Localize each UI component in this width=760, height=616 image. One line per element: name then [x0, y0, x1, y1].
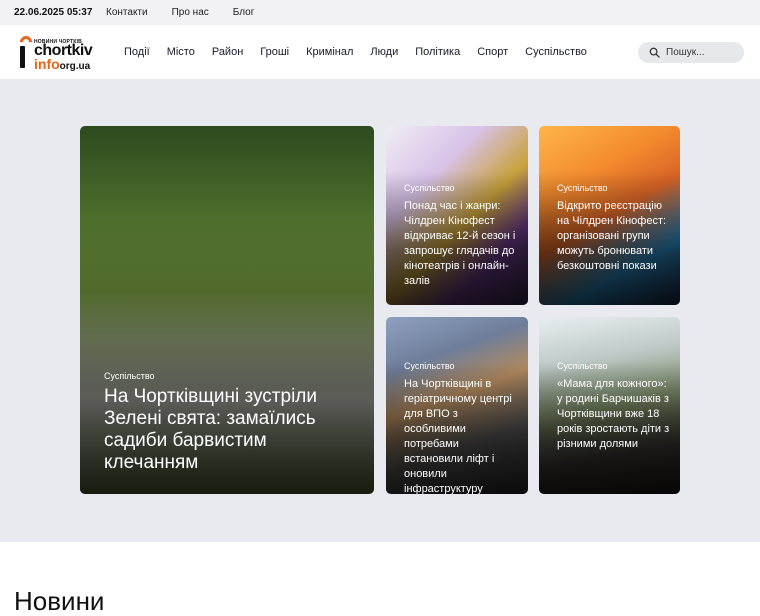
card-title[interactable]: Відкрито реєстрацію на Чілдрен Кінофест:… — [557, 199, 673, 274]
card-category[interactable]: Суспільство — [557, 361, 608, 371]
topbar-link-about[interactable]: Про нас — [172, 7, 209, 18]
search-input[interactable] — [666, 46, 736, 58]
card-title[interactable]: «Мама для кожного»: у родині Барчишаків … — [557, 377, 673, 452]
card-title[interactable]: Понад час і жанри: Чілдрен Кінофест відк… — [404, 199, 520, 289]
news-card[interactable]: Суспільство Відкрито реєстрацію на Чілдр… — [539, 126, 680, 305]
nav-item-events[interactable]: Події — [124, 46, 150, 58]
logo-bar — [20, 46, 25, 68]
card-title[interactable]: На Чортківщині в геріатричному центрі дл… — [404, 377, 520, 494]
logo-suffix: org.ua — [59, 61, 91, 72]
topbar-link-contacts[interactable]: Контакти — [106, 7, 148, 18]
logo-line-3: infoorg.ua — [34, 56, 91, 73]
logo-info: info — [34, 56, 60, 72]
nav-item-money[interactable]: Гроші — [260, 46, 289, 58]
card-category[interactable]: Суспільство — [404, 183, 455, 193]
nav-item-society[interactable]: Суспільство — [525, 46, 587, 58]
news-card[interactable]: Суспільство Понад час і жанри: Чілдрен К… — [386, 126, 528, 305]
card-category[interactable]: Суспільство — [404, 361, 455, 371]
card-category[interactable]: Суспільство — [104, 371, 155, 381]
nav-item-crime[interactable]: Кримінал — [306, 46, 353, 58]
main-nav: Події Місто Район Гроші Кримінал Люди По… — [124, 46, 604, 58]
current-datetime: 22.06.2025 05:37 — [14, 7, 93, 18]
news-card[interactable]: Суспільство «Мама для кожного»: у родині… — [539, 317, 680, 494]
featured-section: Суспільство На Чортківщині зустріли Зеле… — [0, 79, 760, 542]
featured-card[interactable]: Суспільство На Чортківщині зустріли Зеле… — [80, 126, 374, 494]
nav-item-politics[interactable]: Політика — [415, 46, 460, 58]
search-icon — [649, 47, 660, 58]
header: НОВИНИ ЧОРТКІВ chortkiv infoorg.ua Події… — [0, 25, 760, 79]
nav-item-city[interactable]: Місто — [167, 46, 195, 58]
news-card[interactable]: Суспільство На Чортківщині в геріатрично… — [386, 317, 528, 494]
top-bar: 22.06.2025 05:37 Контакти Про нас Блог — [0, 0, 760, 25]
card-category[interactable]: Суспільство — [557, 183, 608, 193]
nav-item-sport[interactable]: Спорт — [477, 46, 508, 58]
site-logo[interactable]: НОВИНИ ЧОРТКІВ chortkiv infoorg.ua — [17, 32, 120, 73]
topbar-link-blog[interactable]: Блог — [233, 7, 255, 18]
section-heading: Новини — [14, 586, 105, 616]
card-title[interactable]: На Чортківщині зустріли Зелені свята: за… — [104, 386, 364, 474]
nav-item-people[interactable]: Люди — [370, 46, 398, 58]
search-box[interactable] — [638, 41, 744, 63]
nav-item-district[interactable]: Район — [212, 46, 243, 58]
